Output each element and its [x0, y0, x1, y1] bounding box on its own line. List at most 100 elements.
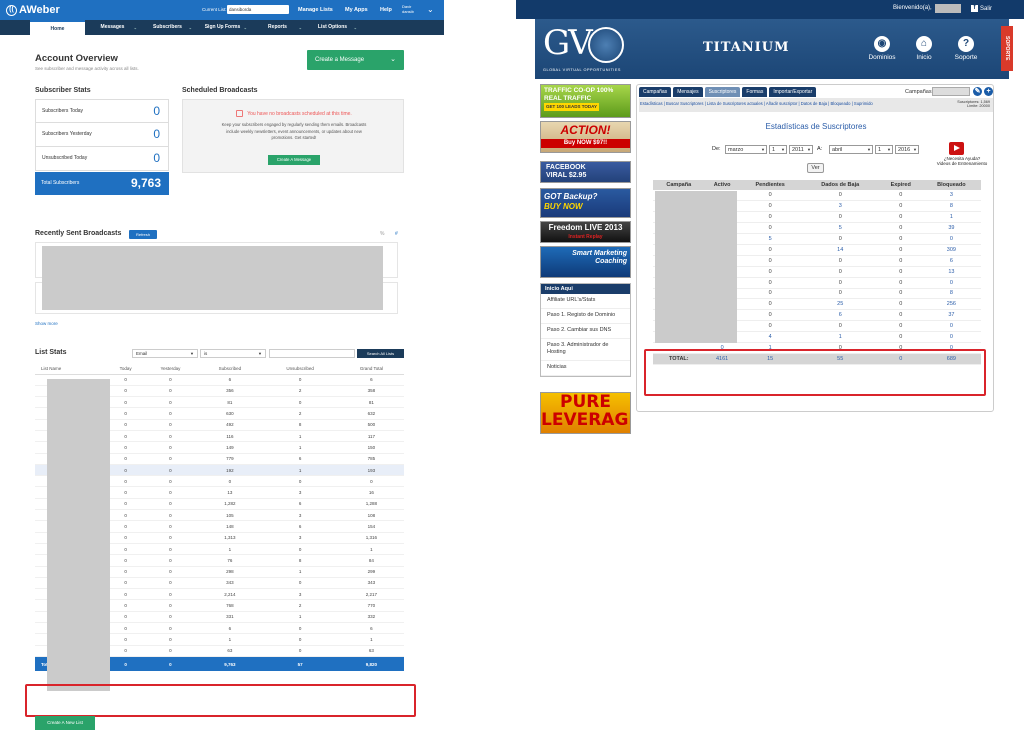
video-play-icon[interactable] — [949, 142, 964, 155]
column-header[interactable]: Grand Total — [338, 364, 404, 375]
table-cell[interactable]: 256 — [921, 298, 981, 311]
nav-home[interactable]: Home — [30, 20, 85, 35]
add-icon[interactable]: + — [984, 87, 993, 96]
table-cell: 0 — [142, 430, 199, 443]
table-cell[interactable]: 0 — [921, 331, 981, 343]
globe-icon — [588, 27, 624, 63]
current-list-input[interactable]: dansiborda — [227, 5, 289, 14]
filter-operator-select[interactable]: is ▼ — [200, 349, 266, 358]
table-cell: 0 — [879, 200, 922, 213]
inicio-item-affiliate[interactable]: Affiliate URL's/Stats — [541, 294, 630, 309]
logout-link[interactable]: f Salir — [971, 5, 992, 12]
training-videos-link[interactable]: ¿Necesita Ayuda? Videos de Entrenamiento — [929, 156, 995, 166]
percent-toggle-icon[interactable]: % — [380, 231, 384, 237]
column-header[interactable]: Yesterday — [142, 364, 199, 375]
ad-got-backup[interactable]: GOT Backup? BUY NOW — [540, 188, 631, 218]
ad-pure-leverage[interactable]: PURE LEVERAGE — [540, 392, 631, 434]
nav-inicio[interactable]: ⌂ Inicio — [905, 36, 943, 61]
table-cell: 0 — [879, 222, 922, 235]
ad-facebook-viral[interactable]: FACEBOOK VIRAL $2.95 — [540, 161, 631, 183]
user-menu[interactable]: Davir dansib — [402, 4, 414, 14]
soporte-side-tab[interactable]: SOPORTE — [1001, 26, 1013, 71]
table-cell[interactable]: 37 — [921, 309, 981, 322]
ad-traffic-coop[interactable]: TRAFFIC CO-OP 100% REAL TRAFFIC GET 100 LE… — [540, 84, 631, 118]
nav-dominios[interactable]: ◉ Dominios — [863, 36, 901, 61]
table-cell[interactable]: 5 — [800, 222, 880, 235]
table-cell[interactable]: 6 — [921, 255, 981, 267]
table-cell[interactable]: 1 — [921, 211, 981, 224]
table-cell[interactable]: 309 — [921, 244, 981, 256]
tab-mensajes[interactable]: Mensajes — [673, 87, 703, 97]
gvo-logo[interactable]: GV — [543, 23, 593, 63]
create-message-button[interactable]: Create a Message ⌄ — [307, 50, 404, 70]
to-day-select[interactable]: 1 ▼ — [875, 145, 893, 154]
nav-messages[interactable]: Messages ⌄ — [85, 20, 140, 35]
column-header[interactable]: Today — [108, 364, 143, 375]
table-cell[interactable]: 6 — [800, 309, 880, 322]
ad-action[interactable]: ACTION! Buy NOW $97!! — [540, 121, 631, 153]
table-cell: 0 — [879, 255, 922, 267]
tab-importar-exportar[interactable]: Importar/Exportar — [769, 87, 817, 97]
show-more-link[interactable]: Show more — [35, 321, 58, 326]
help-link[interactable]: Help — [380, 7, 392, 13]
subscriber-subnav[interactable]: Estadísticas | Buscar Suscriptores | Lis… — [639, 98, 993, 112]
table-cell[interactable]: 4 — [739, 331, 801, 343]
nav-reports[interactable]: Reports ⌄ — [250, 20, 305, 35]
table-cell[interactable]: 1 — [800, 331, 880, 343]
create-a-message-button[interactable]: Create A Message — [268, 155, 320, 165]
tab-formas[interactable]: Formas — [742, 87, 768, 97]
table-cell[interactable]: 3 — [800, 200, 880, 213]
my-apps-link[interactable]: My Apps — [345, 7, 368, 13]
inicio-item-paso3[interactable]: Paso 3. Administrador de Hosting — [541, 339, 630, 361]
ad-smart-marketing[interactable]: Smart Marketing Coaching — [540, 246, 631, 278]
campanas-select[interactable] — [932, 87, 970, 96]
aweber-logo[interactable]: ((AWeber — [6, 4, 60, 16]
filter-value-input[interactable] — [269, 349, 355, 358]
tab-suscriptores[interactable]: Suscriptores — [704, 87, 741, 97]
chevron-down-icon[interactable]: ⌄ — [390, 50, 396, 70]
edit-icon[interactable]: ✎ — [973, 87, 982, 96]
nav-signup-forms[interactable]: Sign Up Forms ⌄ — [195, 20, 250, 35]
nav-soporte[interactable]: ? Soporte — [947, 36, 985, 61]
column-header[interactable]: List Name — [35, 364, 109, 375]
table-cell[interactable]: 25 — [800, 298, 880, 311]
column-header[interactable]: Unsubscribed — [261, 364, 339, 375]
table-cell[interactable]: 5 — [739, 233, 801, 245]
ad-freedom-live[interactable]: Freedom LIVE 2013 Instant Replay — [540, 221, 631, 243]
table-cell[interactable]: 39 — [921, 222, 981, 235]
manage-lists-link[interactable]: Manage Lists — [298, 7, 333, 13]
search-all-lists-button[interactable]: Search All Lists — [357, 349, 404, 358]
table-cell[interactable]: 0 — [921, 320, 981, 333]
chevron-down-icon[interactable]: ⌄ — [427, 5, 434, 14]
nav-subscribers[interactable]: Subscribers ⌄ — [140, 20, 195, 35]
create-new-list-button[interactable]: Create A New List — [35, 716, 95, 730]
tab-campanas[interactable]: Campañas — [639, 87, 672, 97]
table-cell: 492 — [198, 419, 262, 431]
nav-list-options[interactable]: List Options ⌄ — [305, 20, 360, 35]
filter-field-select[interactable]: Email ▼ — [132, 349, 198, 358]
from-year-select[interactable]: 2011 ▼ — [789, 145, 813, 154]
table-cell[interactable]: 8 — [921, 288, 981, 300]
inicio-aqui-title: Inicio Aqui — [541, 284, 630, 294]
table-cell[interactable]: 0 — [921, 233, 981, 245]
inicio-item-paso1[interactable]: Paso 1. Registo de Dominio — [541, 309, 630, 324]
table-cell[interactable]: 8 — [921, 200, 981, 213]
to-year-select[interactable]: 2016 ▼ — [895, 145, 919, 154]
aweber-panel: ((AWeber Current List: dansiborda Manage… — [0, 0, 444, 738]
refresh-button[interactable]: Refresh — [129, 230, 157, 239]
table-cell: 105 — [198, 509, 262, 522]
table-cell[interactable]: 3 — [921, 190, 981, 202]
inicio-item-paso2[interactable]: Paso 2. Cambiar sus DNS — [541, 324, 630, 339]
table-cell[interactable]: 13 — [921, 266, 981, 278]
table-cell[interactable]: 14 — [800, 244, 880, 256]
inicio-item-noticias[interactable]: Noticias — [541, 361, 630, 376]
ver-button[interactable]: Ver — [807, 163, 824, 173]
from-month-select[interactable]: marzo ▼ — [725, 145, 767, 154]
table-cell[interactable]: 0 — [921, 277, 981, 289]
from-day-select[interactable]: 1 ▼ — [769, 145, 787, 154]
column-header[interactable]: Subscribed — [198, 364, 262, 375]
count-toggle-icon[interactable]: # — [395, 231, 398, 237]
table-cell: 298 — [198, 566, 262, 578]
to-month-select[interactable]: abril ▼ — [829, 145, 873, 154]
totals-cell: 0 — [108, 656, 143, 672]
